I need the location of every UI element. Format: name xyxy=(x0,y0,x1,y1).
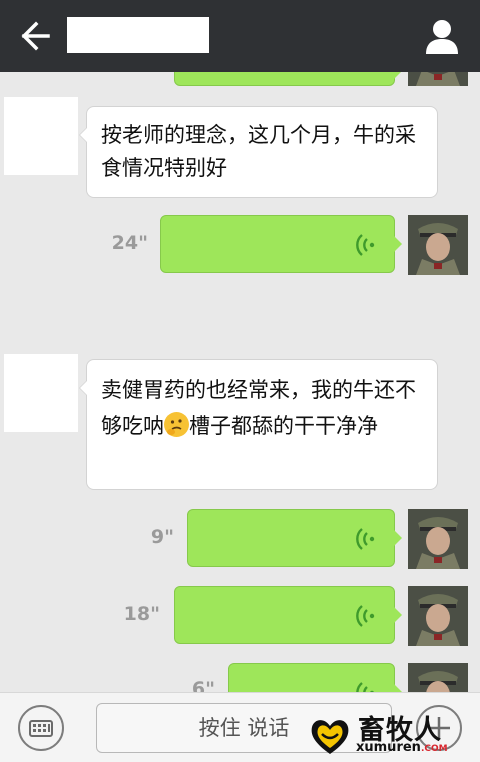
top-bar xyxy=(0,0,480,72)
voice-message[interactable] xyxy=(160,215,402,273)
brand-watermark: 畜牧人 xumuren.COM xyxy=(306,706,480,762)
keyboard-toggle-button[interactable] xyxy=(18,705,64,751)
keyboard-icon xyxy=(29,720,53,737)
voice-message[interactable] xyxy=(174,586,402,644)
voice-duration: 24" xyxy=(111,232,148,254)
avatar[interactable] xyxy=(408,586,468,646)
voice-wave-icon xyxy=(356,682,374,692)
thinking-face-emoji xyxy=(164,412,189,437)
back-button[interactable] xyxy=(14,18,54,54)
message-bubble[interactable]: 按老师的理念，这几个月，牛的采食情况特别好 xyxy=(79,106,438,198)
voice-duration: 9" xyxy=(150,526,174,548)
brand-domain: xumuren.COM xyxy=(356,740,448,755)
avatar[interactable] xyxy=(408,72,468,86)
officer-avatar-icon xyxy=(408,586,468,646)
arrow-left-icon xyxy=(21,21,50,51)
avatar[interactable] xyxy=(408,215,468,275)
officer-avatar-icon xyxy=(408,72,468,86)
avatar[interactable] xyxy=(408,663,468,692)
chat-info-button[interactable] xyxy=(422,16,462,56)
heart-logo-icon xyxy=(311,720,349,754)
voice-message[interactable] xyxy=(187,509,402,567)
voice-duration: 18" xyxy=(123,603,160,625)
voice-message[interactable] xyxy=(228,663,402,692)
person-icon xyxy=(426,20,458,54)
avatar[interactable] xyxy=(4,354,78,432)
message-bubble[interactable]: 卖健胃药的也经常来，我的牛还不够吃呐 槽子都舔的干干净净 xyxy=(79,359,438,490)
voice-wave-icon xyxy=(356,605,375,627)
officer-avatar-icon xyxy=(408,509,468,569)
officer-avatar-icon xyxy=(408,663,468,692)
voice-duration: 6" xyxy=(191,678,215,692)
voice-message[interactable] xyxy=(174,72,402,86)
avatar[interactable] xyxy=(4,97,78,175)
chat-title xyxy=(67,17,209,53)
officer-avatar-icon xyxy=(408,215,468,275)
voice-wave-icon xyxy=(356,234,375,256)
message-text: 按老师的理念，这几个月，牛的采食情况特别好 xyxy=(101,123,416,180)
message-text: 槽子都舔的干干净净 xyxy=(189,414,378,438)
voice-wave-icon xyxy=(356,528,375,550)
message-list[interactable]: 按老师的理念，这几个月，牛的采食情况特别好 24" 卖健胃药的也经常来，我的牛还… xyxy=(0,72,480,692)
avatar[interactable] xyxy=(408,509,468,569)
